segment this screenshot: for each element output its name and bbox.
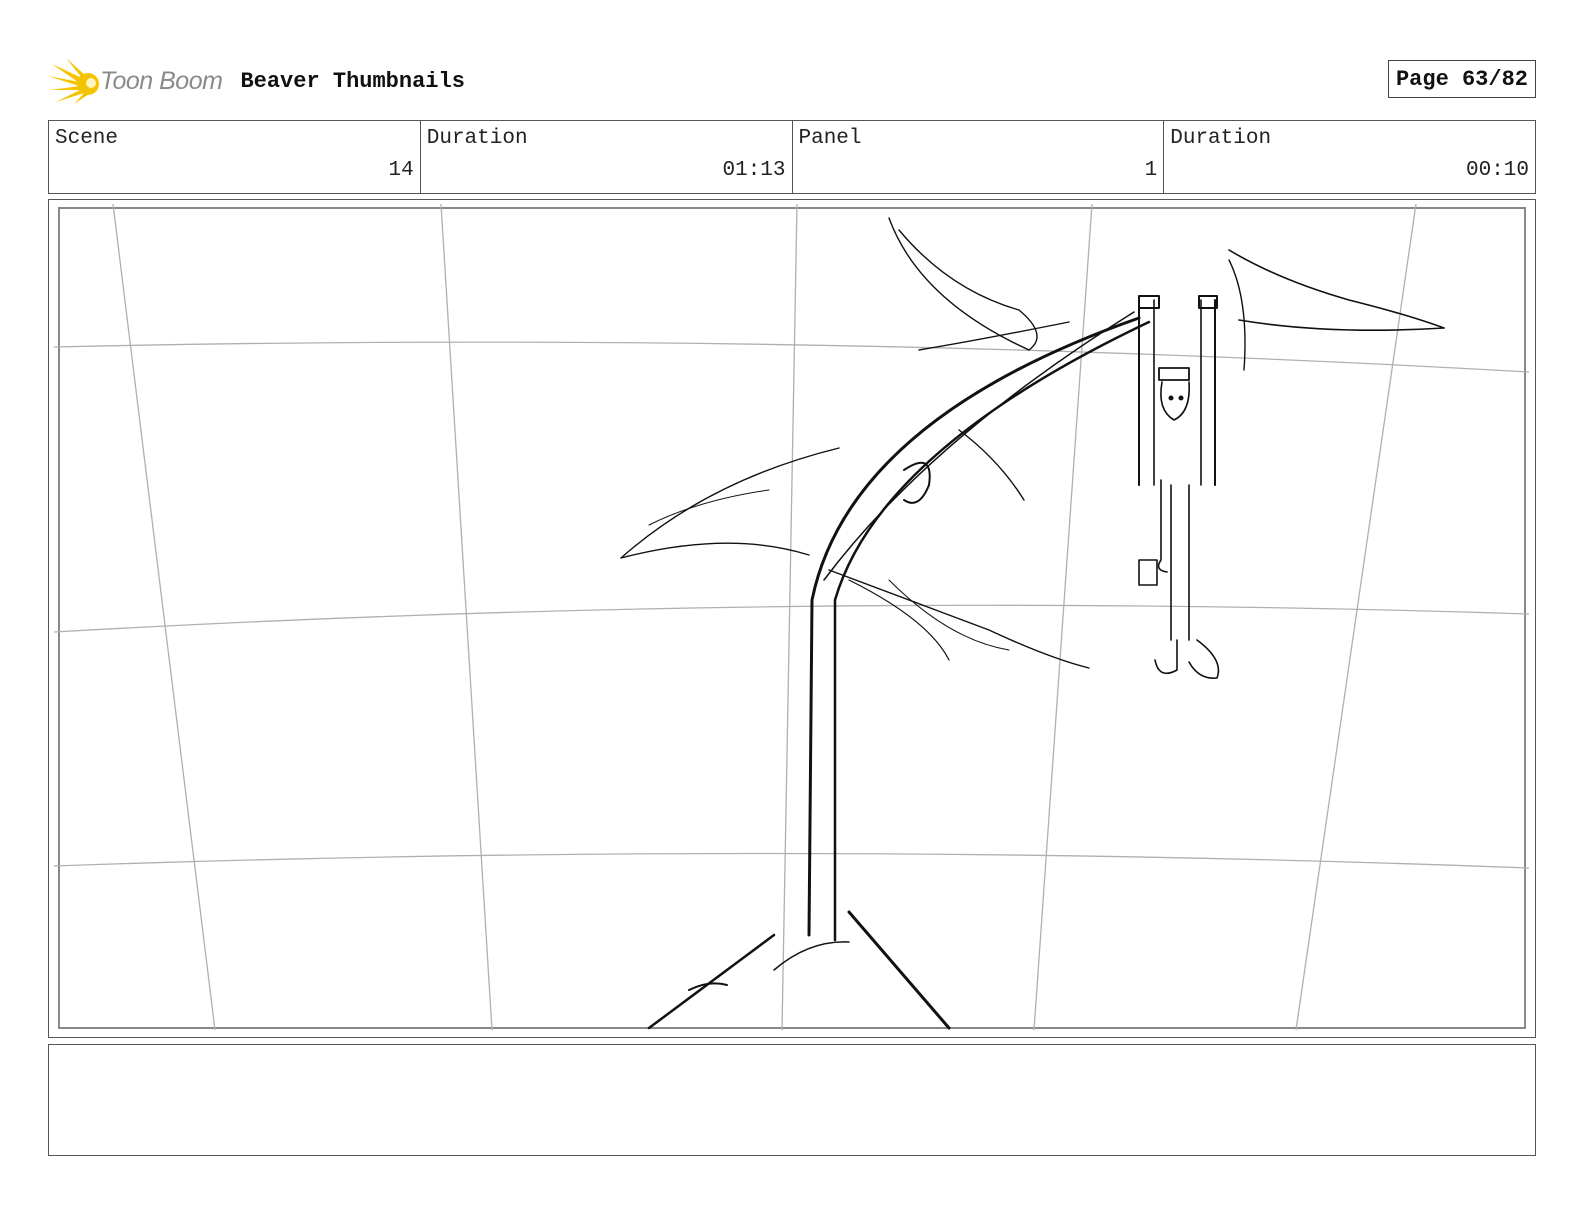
panel-value: 1 <box>1144 159 1158 182</box>
page-header: Toon Boom Beaver Thumbnails Page 63/82 <box>48 56 1536 106</box>
panel-duration-label: Duration <box>1170 127 1272 150</box>
panel-label: Panel <box>798 127 862 150</box>
scene-value: 14 <box>388 159 414 182</box>
inner-frame <box>58 207 1526 1029</box>
panel-duration-cell: Duration 00:10 <box>1164 121 1535 193</box>
sketch-lines <box>620 217 1445 1030</box>
logo-wordmark: Toon Boom <box>100 66 223 95</box>
scene-duration-label: Duration <box>426 127 528 150</box>
scene-duration-cell: Duration 01:13 <box>421 121 793 193</box>
scene-cell: Scene 14 <box>49 121 421 193</box>
page-indicator: Page 63/82 <box>1387 60 1536 98</box>
panel-duration-value: 00:10 <box>1465 159 1529 182</box>
panel-notes <box>48 1044 1536 1156</box>
panel-cell: Panel 1 <box>793 121 1165 193</box>
scene-info-table: Scene 14 Duration 01:13 Panel 1 Duration… <box>48 120 1536 194</box>
toon-boom-logo: Toon Boom Beaver Thumbnails <box>48 56 465 106</box>
sun-burst-icon <box>48 58 99 104</box>
scene-duration-value: 01:13 <box>722 159 786 182</box>
panel-drawing <box>53 203 1530 1031</box>
storyboard-panel <box>48 199 1536 1038</box>
scene-label: Scene <box>55 127 119 150</box>
project-title: Beaver Thumbnails <box>240 68 465 94</box>
